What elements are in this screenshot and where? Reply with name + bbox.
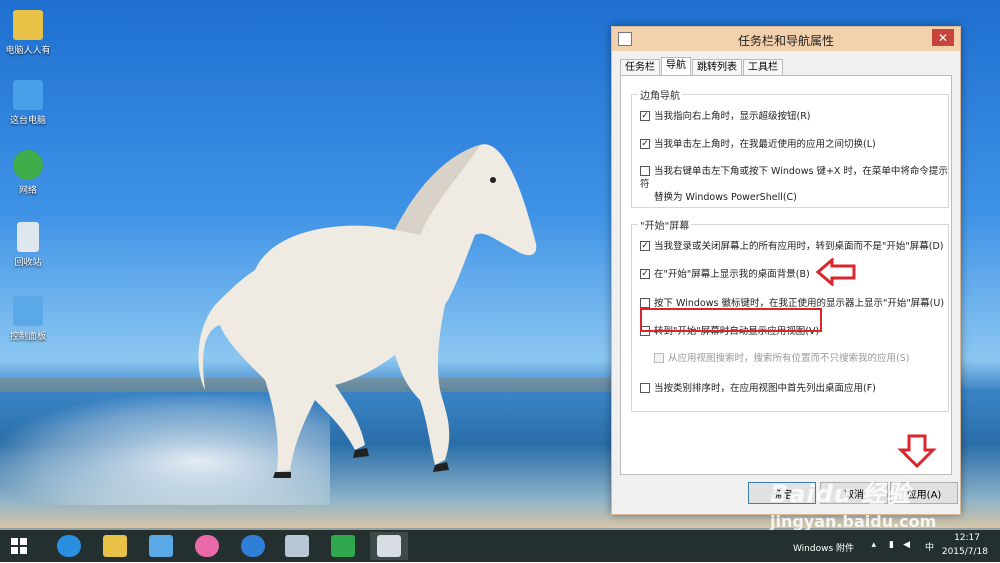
sogou-s-icon [241, 535, 265, 557]
option-label: 当我单击左上角时，在我最近使用的应用之间切换(L) [654, 139, 876, 150]
option-label: 当按类别排序时，在应用视图中首先列出桌面应用(F) [654, 383, 876, 394]
clock-time[interactable]: 12:17 [954, 533, 980, 543]
volume-icon[interactable]: ◀ [903, 540, 910, 550]
smiley-app-icon [195, 535, 219, 557]
option-show-charms[interactable]: ✓ 当我指向右上角时，显示超级按钮(R) [640, 110, 811, 123]
close-button[interactable]: ✕ [932, 29, 954, 46]
option-label: 当我右键单击左下角或按下 Windows 键+X 时，在菜单中将命令提示符 [640, 166, 948, 190]
option-show-desktop-background[interactable]: ✓ 在"开始"屏幕上显示我的桌面背景(B) [640, 268, 810, 281]
network-globe-icon [13, 150, 43, 180]
desktop-icon-label: 网络 [18, 186, 37, 196]
desktop-icon-label: 电脑人人有 [5, 46, 51, 56]
taskbar-app-pink[interactable] [188, 532, 226, 560]
desktop-icon-user-folder[interactable]: 电脑人人有 [4, 10, 52, 56]
watermark-url: jingyan.baidu.com [770, 512, 937, 531]
desktop-icon-label: 控制面板 [9, 332, 46, 342]
option-label: 当我指向右上角时，显示超级按钮(R) [654, 111, 811, 122]
tab-taskbar[interactable]: 任务栏 [620, 59, 660, 75]
ime-indicator[interactable]: 中 [925, 540, 934, 553]
tab-jump-lists[interactable]: 跳转列表 [692, 59, 742, 75]
file-explorer-icon [103, 535, 127, 557]
highlight-box [640, 308, 822, 332]
control-panel-icon [13, 296, 43, 326]
properties-window-icon [377, 535, 401, 557]
dialog-titlebar[interactable]: 任务栏和导航属性 ✕ [612, 27, 960, 51]
dialog-tabs: 任务栏 导航 跳转列表 工具栏 [620, 57, 784, 75]
tray-toolbar-label[interactable]: Windows 附件 [793, 541, 854, 554]
corner-navigation-title: 边角导航 [638, 87, 682, 102]
taskbar-properties[interactable] [370, 532, 408, 560]
option-search-everywhere: 从应用视图搜索时，搜索所有位置而不只搜索我的应用(S) [654, 352, 909, 365]
taskbar-paint[interactable] [278, 532, 316, 560]
checkbox-checked[interactable]: ✓ [640, 110, 650, 121]
baidu-jingyan-watermark: Baidu 经验 jingyan.baidu.com [770, 452, 990, 532]
checkbox-disabled [654, 352, 664, 363]
start-button[interactable] [0, 532, 38, 560]
network-icon[interactable]: ▮ [889, 540, 894, 550]
option-label-line2: 替换为 Windows PowerShell(C) [654, 192, 797, 203]
checkbox-checked[interactable]: ✓ [640, 240, 650, 251]
desktop-icon-recycle-bin[interactable]: 回收站 [4, 222, 52, 268]
store-bag-icon [331, 535, 355, 557]
windows-logo-icon [11, 538, 27, 554]
taskbar-ie[interactable] [50, 532, 88, 560]
user-folder-icon [13, 10, 43, 40]
checkbox-checked[interactable]: ✓ [640, 268, 650, 279]
annotation-arrow-left-icon [816, 258, 856, 286]
checkbox-checked[interactable]: ✓ [640, 138, 650, 149]
option-label: 在"开始"屏幕上显示我的桌面背景(B) [654, 269, 810, 280]
chevron-up-icon[interactable]: ▴ [871, 540, 876, 550]
corner-navigation-group: 边角导航 ✓ 当我指向右上角时，显示超级按钮(R) ✓ 当我单击左上角时，在我最近使… [631, 87, 949, 208]
navigation-tab-panel: 边角导航 ✓ 当我指向右上角时，显示超级按钮(R) ✓ 当我单击左上角时，在我最近使… [620, 75, 952, 475]
checkbox-unchecked[interactable] [640, 165, 650, 176]
desktop-icon-label: 这台电脑 [9, 116, 46, 126]
desktop-icon-this-pc[interactable]: 这台电脑 [4, 80, 52, 126]
option-replace-powershell[interactable]: 当我右键单击左下角或按下 Windows 键+X 时，在菜单中将命令提示符 替换… [640, 165, 948, 204]
computer-icon [13, 80, 43, 110]
desktop-icon-control-panel[interactable]: 控制面板 [4, 296, 52, 342]
checkbox-unchecked[interactable] [640, 297, 650, 308]
dialog-title: 任务栏和导航属性 [737, 34, 834, 48]
recycle-bin-icon [17, 222, 39, 252]
tab-navigation[interactable]: 导航 [661, 57, 691, 75]
taskbar: Windows 附件 ▴ ▮ ◀ 中 12:17 2015/7/18 [0, 530, 1000, 562]
white-horse-image [198, 144, 537, 478]
taskbar-remote[interactable] [142, 532, 180, 560]
option-go-to-desktop[interactable]: ✓ 当我登录或关闭屏幕上的所有应用时，转到桌面而不是"开始"屏幕(D) [640, 240, 943, 253]
remote-desktop-icon [149, 535, 173, 557]
watermark-brand: Baidu 经验 [770, 480, 912, 508]
option-label: 当我登录或关闭屏幕上的所有应用时，转到桌面而不是"开始"屏幕(D) [654, 241, 944, 252]
taskbar-sogou[interactable] [234, 532, 272, 560]
option-switch-recent-apps[interactable]: ✓ 当我单击左上角时，在我最近使用的应用之间切换(L) [640, 138, 876, 151]
clock-date[interactable]: 2015/7/18 [942, 547, 988, 557]
start-screen-title: "开始"屏幕 [638, 217, 692, 232]
taskbar-store[interactable] [324, 532, 362, 560]
checkbox-unchecked[interactable] [640, 382, 650, 393]
option-list-desktop-apps-first[interactable]: 当按类别排序时，在应用视图中首先列出桌面应用(F) [640, 382, 876, 395]
paint-palette-icon [285, 535, 309, 557]
desktop-icon-label: 回收站 [14, 258, 42, 268]
desktop-icon-network[interactable]: 网络 [4, 150, 52, 196]
option-label: 从应用视图搜索时，搜索所有位置而不只搜索我的应用(S) [668, 353, 910, 364]
internet-explorer-icon [57, 535, 81, 557]
taskbar-explorer[interactable] [96, 532, 134, 560]
tab-toolbars[interactable]: 工具栏 [743, 59, 783, 75]
